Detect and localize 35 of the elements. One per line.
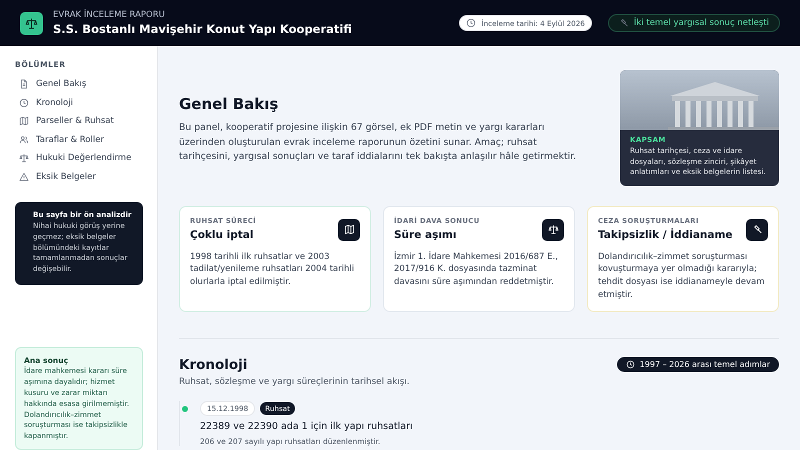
event-title: 22389 ve 22390 ada 1 için ilk yapı ruhsatları — [200, 420, 413, 432]
report-kicker: EVRAK İNCELEME RAPORU — [53, 10, 166, 20]
scales-icon — [19, 153, 29, 164]
clock-icon — [626, 360, 635, 369]
sidebar-item[interactable]: Kronoloji — [15, 94, 143, 112]
clock-icon — [19, 98, 29, 108]
map-icon — [19, 116, 29, 126]
card-text: İzmir 1. İdare Mahkemesi 2016/687 E., 2017/916 K. dosyasında tazminat davasını süre aşımından reddetmiştir. — [394, 250, 559, 289]
sidebar-item[interactable]: Hukuki Değerlendirme — [15, 149, 143, 168]
gavel-icon — [618, 18, 629, 28]
chronology-subtitle: Ruhsat, sözleşme ve yargı süreçlerinin tarihsel akışı. — [179, 376, 410, 387]
sidebar-item[interactable]: Eksik Belgeler — [15, 168, 143, 186]
card-title: Süre aşımı — [394, 228, 458, 241]
people-icon — [19, 134, 29, 145]
clock-icon — [466, 18, 476, 28]
overview-title: Genel Bakış — [179, 95, 280, 113]
status-badge: İki temel yargısal sonuç netleşti — [608, 14, 780, 32]
gavel-icon — [752, 224, 762, 236]
map-icon — [344, 224, 354, 236]
card-title: Takipsizlik / İddianame — [598, 228, 734, 241]
scales-icon — [548, 224, 558, 236]
sidebar-item[interactable]: Taraflar & Roller — [15, 130, 143, 150]
sidebar-item[interactable]: Genel Bakış — [15, 75, 143, 94]
chronology-title: Kronoloji — [179, 356, 248, 373]
sidebar-item[interactable]: Parseller & Ruhsat — [15, 112, 143, 131]
timeline-dot — [182, 406, 188, 412]
document-icon — [19, 79, 29, 90]
card-title: Çoklu iptal — [190, 228, 254, 241]
report-title: S.S. Bostanlı Mavişehir Konut Yapı Kooperatifi — [53, 22, 353, 36]
warning-icon — [19, 172, 29, 182]
card-text: Dolandırıcılık–zimmet soruşturması kovuşturmaya yer olmadığı kararıyla; tehdit dosyası ise iddianameyle devam etmiştir. — [598, 250, 766, 302]
overview-text: Bu panel, kooperatif projesine ilişkin 67 görsel, ek PDF metin ve yargı kararları üzerinden oluşturulan evrak inceleme raporunun özetini sunar. Amaç; ruhsat tarihçesini, yargısal sonuçları ve taraf iddialarını tek bakışta anlaşılır hâle getirmektir. — [179, 121, 578, 164]
card-text: 1998 tarihli ilk ruhsatlar ve 2003 tadilat/yenileme ruhsatları 2004 tarihli olurlarla iptal edilmiştir. — [190, 250, 356, 289]
date-range-badge: 1997 – 2026 arası temel adımlar — [616, 356, 779, 372]
scales-icon — [25, 16, 38, 30]
